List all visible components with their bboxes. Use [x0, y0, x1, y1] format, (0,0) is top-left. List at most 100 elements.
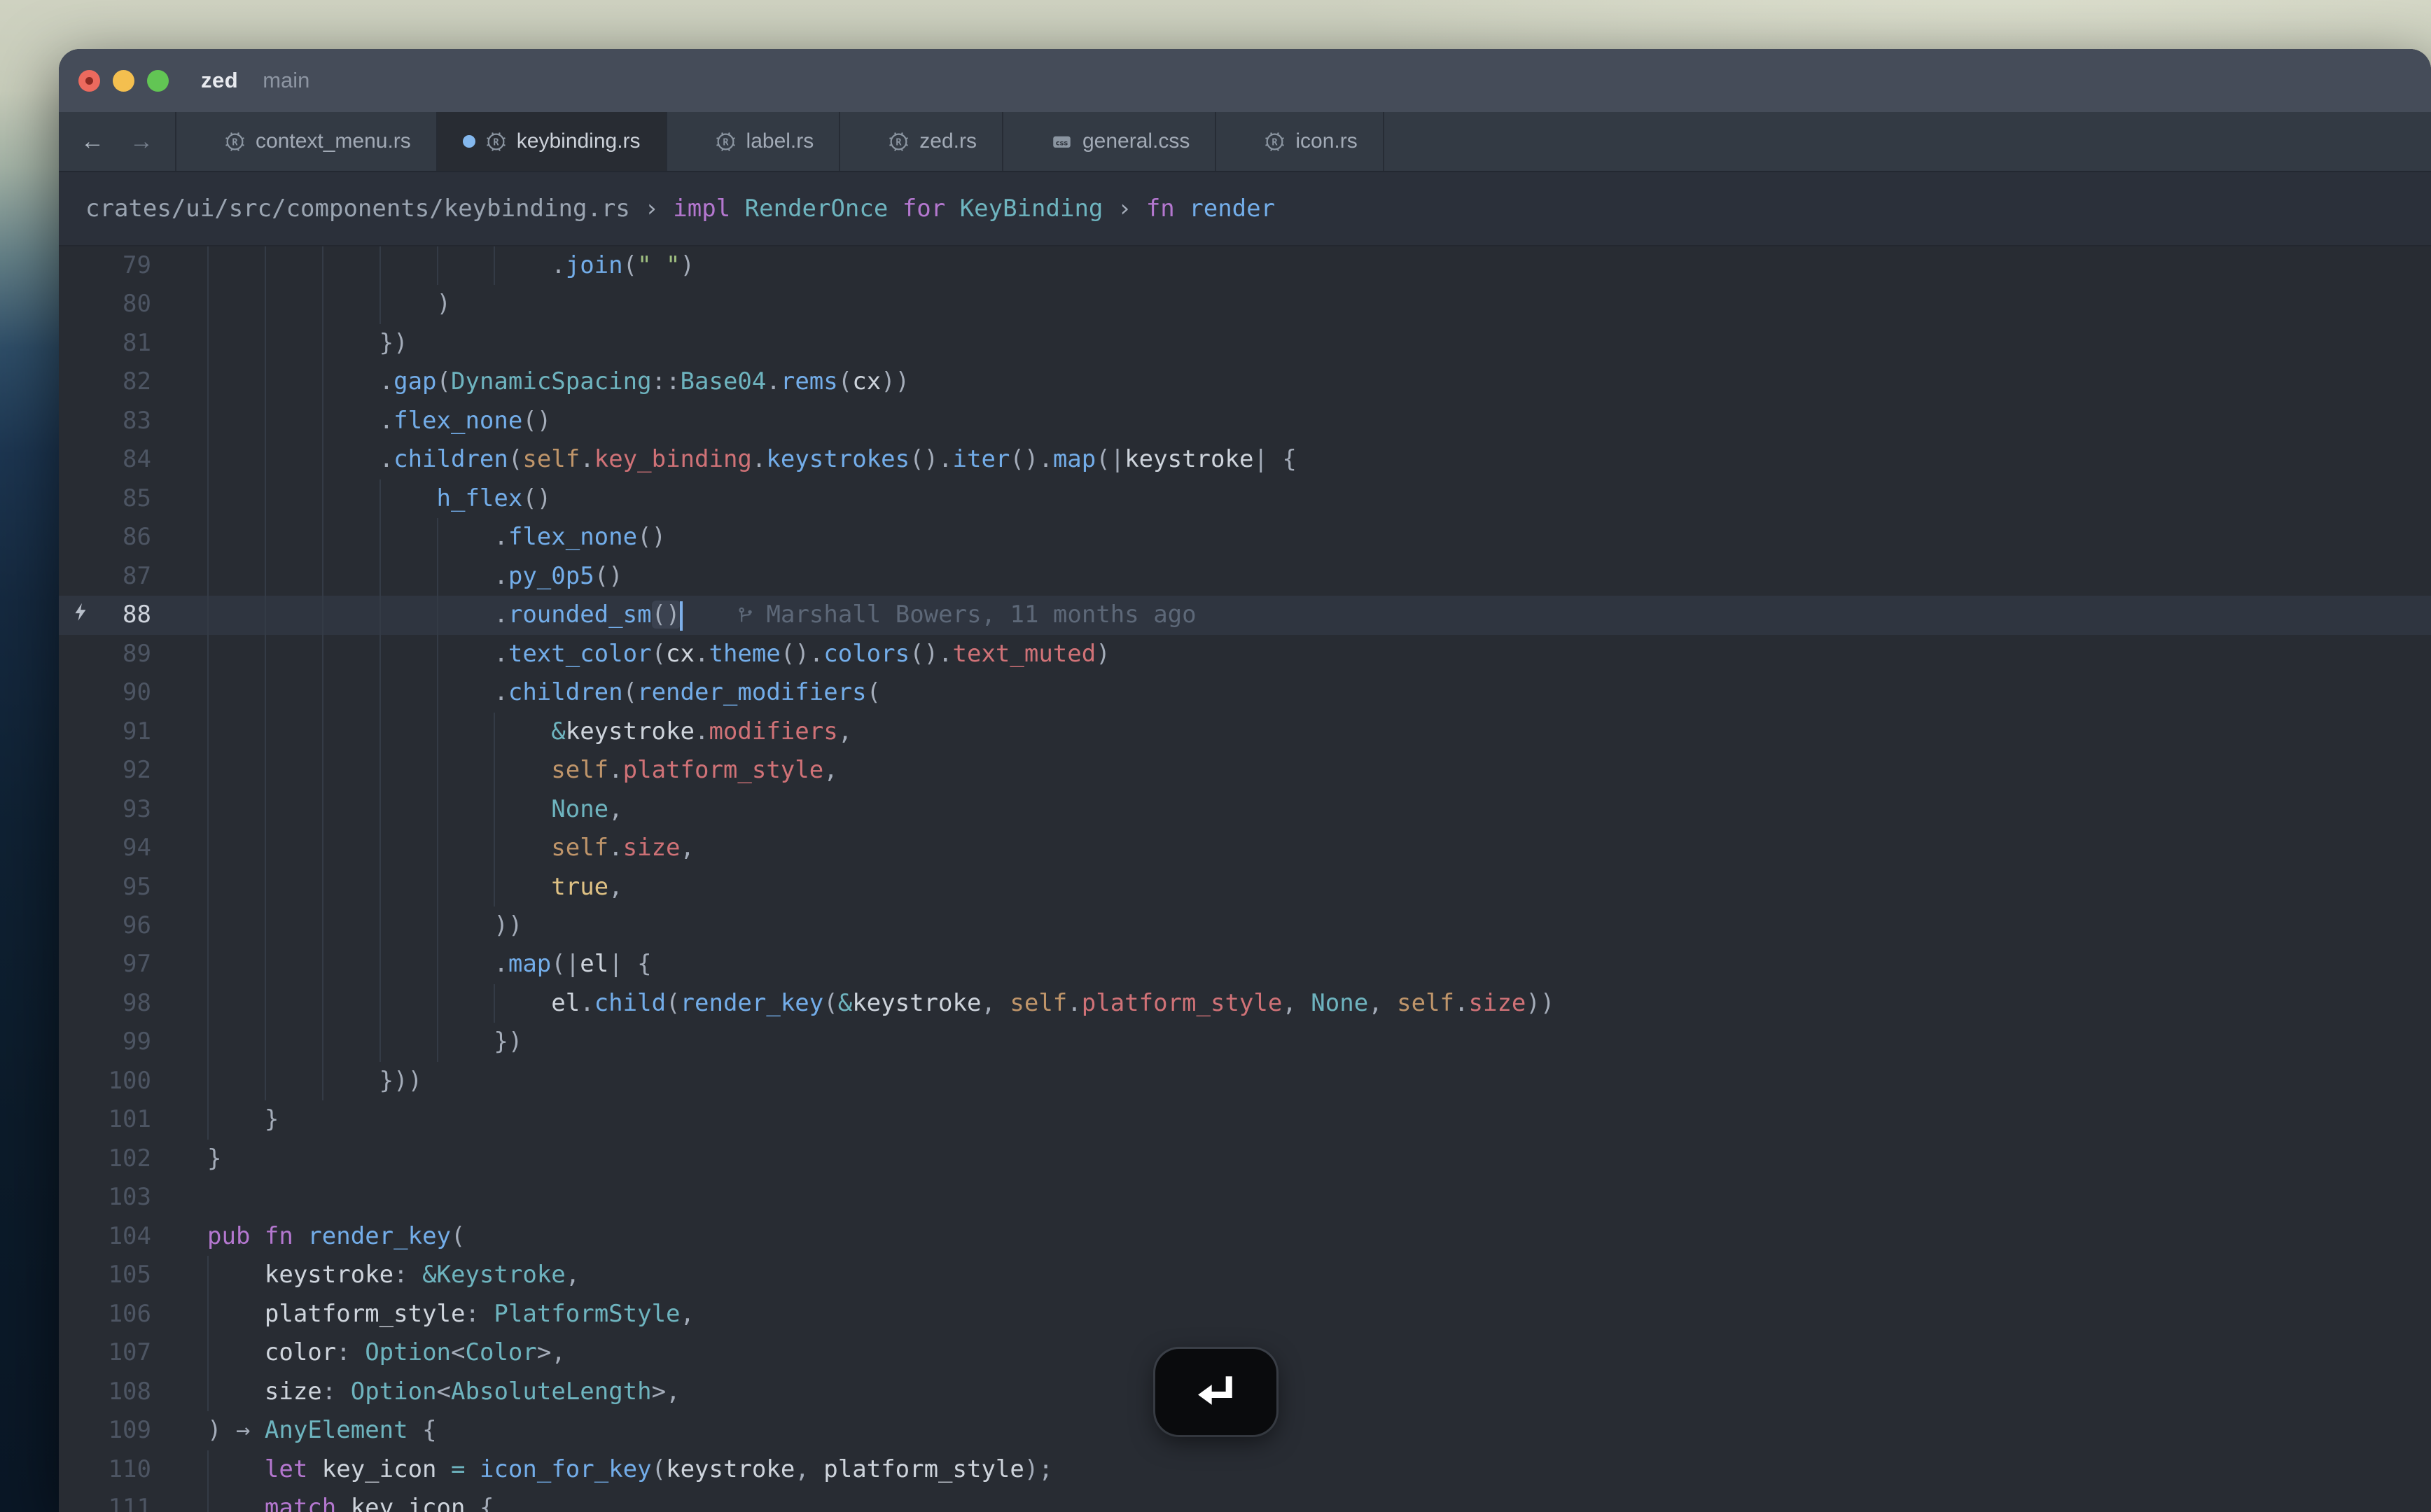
- code-token: None: [551, 795, 608, 823]
- back-button[interactable]: ←: [77, 128, 108, 155]
- code-line-84[interactable]: 84.children(self.key_binding.keystrokes(…: [59, 440, 2431, 479]
- git-branch-label[interactable]: main: [263, 68, 309, 93]
- close-button[interactable]: [78, 70, 100, 92]
- indent-guide: [322, 440, 379, 479]
- code-token: }): [494, 1028, 522, 1056]
- code-line-93[interactable]: 93None,: [59, 790, 2431, 829]
- tab-label: icon.rs: [1295, 130, 1357, 153]
- code-line-98[interactable]: 98el.child(render_key(&keystroke, self.p…: [59, 984, 2431, 1023]
- forward-button[interactable]: →: [126, 128, 157, 155]
- indent-guide: [322, 285, 379, 323]
- code-action-lightning-icon[interactable]: [70, 596, 91, 634]
- gutter: 97: [59, 945, 207, 983]
- gutter: 79: [59, 246, 207, 285]
- tab-icon.rs[interactable]: Ricon.rs: [1216, 112, 1384, 171]
- code-line-content: }: [207, 1100, 2431, 1139]
- indent-guide: [265, 713, 322, 751]
- tab-general.css[interactable]: cssgeneral.css: [1003, 112, 1216, 171]
- indent-guide: [437, 945, 494, 983]
- project-title[interactable]: zed: [201, 68, 238, 93]
- gutter: 80: [59, 285, 207, 323]
- code-token: Base04: [681, 368, 767, 396]
- indent-guide: [207, 984, 265, 1023]
- code-token: icon_for_key: [480, 1455, 652, 1483]
- code-line-91[interactable]: 91&keystroke.modifiers,: [59, 713, 2431, 751]
- maximize-button[interactable]: [147, 70, 169, 92]
- git-blame[interactable]: Marshall Bowers, 11 months ago: [736, 596, 1197, 634]
- breadcrumb[interactable]: crates/ui/src/components/keybinding.rs ›…: [59, 172, 2431, 246]
- code-line-95[interactable]: 95true,: [59, 868, 2431, 906]
- gutter: 99: [59, 1023, 207, 1061]
- code-token: (|: [551, 950, 580, 978]
- indent-guide: [265, 402, 322, 440]
- code-token: )): [494, 911, 522, 939]
- code-line-89[interactable]: 89.text_color(cx.theme().colors().text_m…: [59, 635, 2431, 673]
- code-token: (): [522, 484, 551, 512]
- code-line-100[interactable]: 100})): [59, 1062, 2431, 1100]
- code-line-83[interactable]: 83.flex_none(): [59, 402, 2431, 440]
- code-line-79[interactable]: 79.join(" "): [59, 246, 2431, 285]
- indent-guide: [379, 673, 437, 712]
- code-token: }: [207, 1144, 221, 1172]
- code-line-102[interactable]: 102}: [59, 1140, 2431, 1178]
- gutter: 98: [59, 984, 207, 1023]
- tab-label.rs[interactable]: Rlabel.rs: [667, 112, 841, 171]
- tab-zed.rs[interactable]: Rzed.rs: [840, 112, 1003, 171]
- code-token: <: [451, 1338, 465, 1366]
- svg-text:R: R: [1272, 136, 1279, 148]
- code-token: AnyElement: [265, 1416, 408, 1444]
- line-number: 80: [123, 285, 151, 323]
- code-line-85[interactable]: 85h_flex(): [59, 479, 2431, 518]
- editor-pane[interactable]: 79.join(" ")80)81})82.gap(DynamicSpacing…: [59, 246, 2431, 1512]
- code-line-92[interactable]: 92self.platform_style,: [59, 751, 2431, 790]
- gutter: 83: [59, 402, 207, 440]
- close-dot-icon: [85, 77, 93, 85]
- code-line-105[interactable]: 105keystroke: &Keystroke,: [59, 1256, 2431, 1294]
- code-line-101[interactable]: 101}: [59, 1100, 2431, 1139]
- code-line-97[interactable]: 97.map(|el| {: [59, 945, 2431, 983]
- code-line-87[interactable]: 87.py_0p5(): [59, 557, 2431, 596]
- code-line-88[interactable]: 88.rounded_sm()Marshall Bowers, 11 month…: [59, 596, 2431, 634]
- code-token: :: [322, 1378, 351, 1406]
- indent-guide: [379, 557, 437, 596]
- minimize-button[interactable]: [113, 70, 134, 92]
- code-token: }: [265, 1105, 279, 1133]
- code-line-99[interactable]: 99}): [59, 1023, 2431, 1061]
- tab-label: context_menu.rs: [256, 130, 411, 153]
- code-line-90[interactable]: 90.children(render_modifiers(: [59, 673, 2431, 712]
- titlebar[interactable]: zed main: [59, 49, 2431, 112]
- code-line-104[interactable]: 104pub fn render_key(: [59, 1217, 2431, 1256]
- gutter: 86: [59, 518, 207, 556]
- code-line-82[interactable]: 82.gap(DynamicSpacing::Base04.rems(cx)): [59, 363, 2431, 401]
- line-number: 93: [123, 790, 151, 829]
- code-token: join: [566, 251, 623, 279]
- tab-context_menu.rs[interactable]: Rcontext_menu.rs: [176, 112, 438, 171]
- indent-guide: [379, 713, 437, 751]
- svg-text:R: R: [493, 136, 499, 148]
- code-line-content: match key_icon {: [207, 1489, 2431, 1512]
- code-line-86[interactable]: 86.flex_none(): [59, 518, 2431, 556]
- code-token: true: [551, 873, 608, 901]
- line-number: 98: [123, 984, 151, 1023]
- code-line-103[interactable]: 103: [59, 1178, 2431, 1217]
- indent-guide: [437, 751, 494, 790]
- code-token: (: [451, 1222, 465, 1250]
- code-line-96[interactable]: 96)): [59, 906, 2431, 945]
- indent-guide: [494, 984, 551, 1023]
- indent-guide: [207, 751, 265, 790]
- indent-guide: [437, 906, 494, 945]
- code-token: :: [393, 1261, 422, 1289]
- code-line-80[interactable]: 80): [59, 285, 2431, 323]
- code-line-94[interactable]: 94self.size,: [59, 829, 2431, 867]
- code-line-81[interactable]: 81}): [59, 324, 2431, 363]
- code-line-110[interactable]: 110let key_icon = icon_for_key(keystroke…: [59, 1450, 2431, 1489]
- code-line-106[interactable]: 106platform_style: PlatformStyle,: [59, 1295, 2431, 1334]
- code-token: self: [1397, 989, 1454, 1017]
- indent-guide: [265, 673, 322, 712]
- code-line-content: .flex_none(): [207, 518, 2431, 556]
- code-line-111[interactable]: 111match key_icon {: [59, 1489, 2431, 1512]
- gutter: 102: [59, 1140, 207, 1178]
- code-token: .: [695, 718, 709, 746]
- code-token: .: [494, 640, 508, 668]
- tab-keybinding.rs[interactable]: Rkeybinding.rs: [438, 112, 667, 171]
